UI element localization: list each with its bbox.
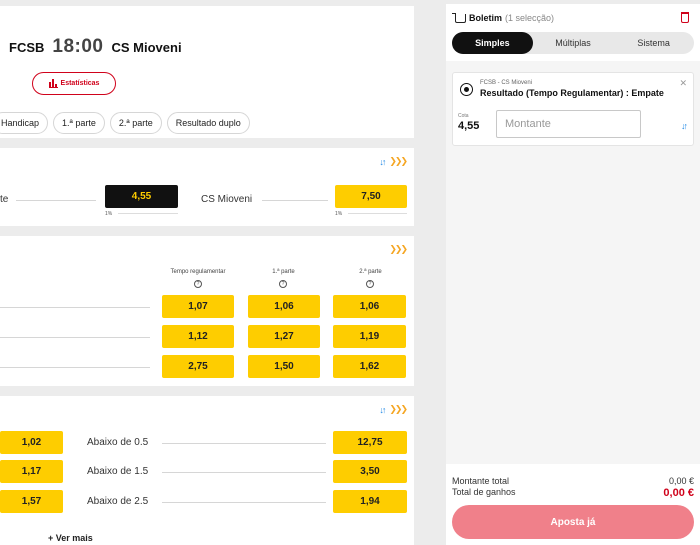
close-icon[interactable]: ✕ (679, 78, 687, 89)
statistics-button[interactable]: Estatísticas (32, 72, 116, 95)
odd-period-r2-c1[interactable]: 1,12 (162, 325, 234, 348)
place-bet-button[interactable]: Aposta já (452, 505, 694, 539)
chip-double-chance[interactable]: Resultado duplo (166, 112, 250, 134)
expand-arrows-icon[interactable]: ❯❯❯ (389, 404, 408, 415)
odd-under-1-5[interactable]: 3,50 (333, 460, 407, 483)
odd-period-r1-c1[interactable]: 1,07 (162, 295, 234, 318)
odd-period-r2-c3[interactable]: 1,19 (333, 325, 406, 348)
help-icon[interactable]: ? (279, 280, 287, 288)
total-stake-label: Montante total (452, 476, 510, 486)
odds-label: Cota (458, 113, 469, 119)
odd-over-0-5[interactable]: 1,02 (0, 431, 63, 454)
odds-value: 4,55 (458, 120, 480, 132)
tab-single[interactable]: Simples (452, 32, 533, 54)
under-label: Abaixo de 0.5 (87, 437, 149, 448)
odd-period-r1-c3[interactable]: 1,06 (333, 295, 406, 318)
selection-market: Resultado (Tempo Regulamentar) : Empate (480, 88, 664, 98)
betslip-panel: Boletim (1 selecção) Simples Múltiplas S… (446, 4, 700, 545)
away-team: CS Mioveni (111, 40, 182, 55)
odd-period-r3-c2[interactable]: 1,50 (248, 355, 320, 378)
odd-over-1-5[interactable]: 1,17 (0, 460, 63, 483)
odd-draw[interactable]: 4,55 (105, 185, 178, 208)
odd-over-2-5[interactable]: 1,57 (0, 490, 63, 513)
betslip-title-label: Boletim (469, 13, 503, 23)
col-head-first-half: 1.ª parte (272, 269, 295, 275)
tab-system[interactable]: Sistema (613, 32, 694, 54)
under-label: Abaixo de 1.5 (87, 466, 149, 477)
odds-change-icon: ↓↑ (681, 121, 688, 131)
swap-icon[interactable]: ↓↑ (379, 157, 386, 167)
section-actions: ↓↑ ❯❯❯ (379, 156, 408, 167)
match-result-section: ↓↑ ❯❯❯ te 4,55 1% CS Mioveni 7,50 1% (0, 148, 414, 226)
betslip-title: Boletim (1 selecção) (452, 12, 555, 23)
under-label: Abaixo de 2.5 (87, 496, 149, 507)
help-icon[interactable]: ? (366, 280, 374, 288)
odd-period-r1-c2[interactable]: 1,06 (248, 295, 320, 318)
odd-under-2-5[interactable]: 1,94 (333, 490, 407, 513)
expand-arrows-icon[interactable]: ❯❯❯ (389, 156, 408, 167)
col-head-second-half: 2.ª parte (359, 269, 382, 275)
betslip-footer: Montante total 0,00 € Total de ganhos 0,… (446, 464, 700, 545)
goals-section: ↓↑ ❯❯❯ 1,02 Abaixo de 0.5 12,75 1,17 Aba… (0, 396, 414, 545)
total-winnings-value: 0,00 € (663, 487, 694, 499)
odd-period-r3-c3[interactable]: 1,62 (333, 355, 406, 378)
tab-multiple[interactable]: Múltiplas (533, 32, 614, 54)
trash-icon[interactable] (681, 12, 689, 23)
total-winnings-label: Total de ganhos (452, 487, 516, 497)
home-team: FCSB (9, 40, 45, 55)
odd-period-r2-c2[interactable]: 1,27 (248, 325, 320, 348)
teams-row: FCSB 18:00 CS Mioveni (9, 36, 182, 58)
match-header: FCSB 18:00 CS Mioveni Estatísticas Handi… (0, 6, 414, 138)
chip-second-half[interactable]: 2.ª parte (109, 112, 162, 134)
odd-away[interactable]: 7,50 (335, 185, 407, 208)
betslip-header: Boletim (1 selecção) Simples Múltiplas S… (446, 4, 700, 61)
draw-pct: 1% (105, 211, 113, 217)
away-pct: 1% (335, 211, 343, 217)
period-market-section: ❯❯❯ Tempo regulamentar ? 1.ª parte ? 2.ª… (0, 236, 414, 386)
total-stake-row: Montante total 0,00 € (452, 476, 694, 486)
see-more-link[interactable]: + Ver mais (48, 533, 93, 543)
selection-count: (1 selecção) (505, 13, 555, 23)
bet-type-tabs: Simples Múltiplas Sistema (452, 32, 694, 54)
cart-icon (452, 12, 466, 23)
chip-first-half[interactable]: 1.ª parte (53, 112, 105, 134)
total-winnings-row: Total de ganhos 0,00 € (452, 487, 694, 499)
draw-label: te (0, 194, 9, 205)
odd-under-0-5[interactable]: 12,75 (333, 431, 407, 454)
selection-event: FCSB - CS Mioveni (480, 80, 533, 86)
odd-period-r3-c1[interactable]: 2,75 (162, 355, 234, 378)
total-stake-value: 0,00 € (668, 476, 694, 486)
bar-chart-icon (48, 79, 58, 88)
selection-card: FCSB - CS Mioveni Resultado (Tempo Regul… (452, 72, 694, 146)
match-time: 18:00 (52, 36, 104, 57)
section-actions: ❯❯❯ (389, 244, 408, 255)
col-head-regular: Tempo regulamentar (170, 269, 226, 275)
section-actions: ↓↑ ❯❯❯ (379, 404, 408, 415)
help-icon[interactable]: ? (194, 280, 202, 288)
away-label: CS Mioveni (201, 194, 253, 205)
swap-icon[interactable]: ↓↑ (379, 405, 386, 415)
expand-arrows-icon[interactable]: ❯❯❯ (389, 244, 408, 255)
market-filter-chips: Handicap 1.ª parte 2.ª parte Resultado d… (0, 112, 250, 134)
stake-input[interactable] (496, 110, 641, 138)
statistics-label: Estatísticas (60, 80, 100, 87)
football-icon (460, 83, 473, 96)
chip-handicap[interactable]: Handicap (0, 112, 49, 134)
